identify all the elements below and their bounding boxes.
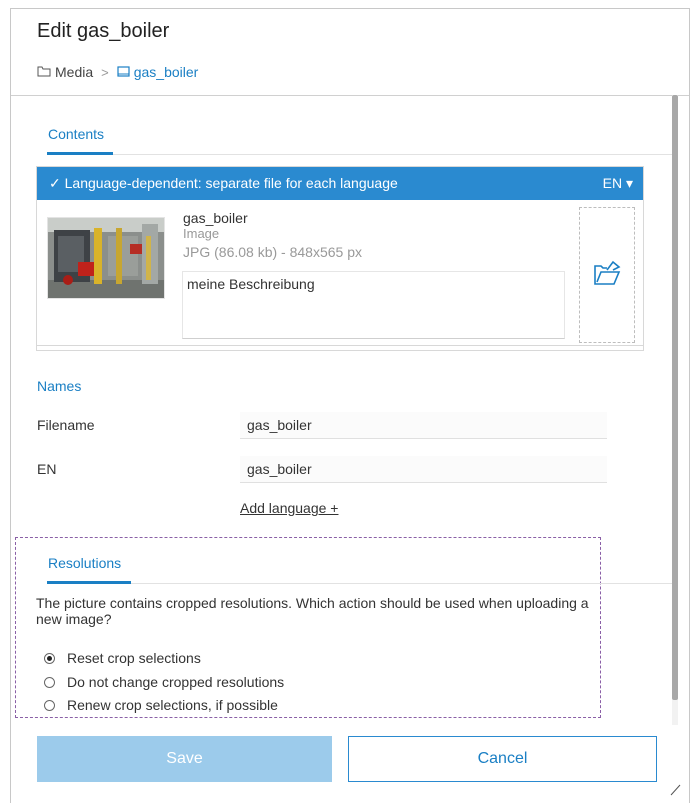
resize-grip-icon[interactable] bbox=[669, 782, 681, 801]
tab-contents[interactable]: Contents bbox=[48, 126, 104, 142]
cancel-button[interactable]: Cancel bbox=[348, 736, 657, 782]
breadcrumb-root[interactable]: Media bbox=[55, 64, 93, 80]
radio-button[interactable] bbox=[44, 652, 55, 664]
breadcrumb-current[interactable]: gas_boiler bbox=[134, 64, 199, 80]
upload-dropzone[interactable] bbox=[579, 207, 635, 343]
tab-contents-underline bbox=[47, 152, 113, 155]
panel-divider bbox=[37, 345, 643, 346]
save-button[interactable]: Save bbox=[37, 736, 332, 782]
radio-button[interactable] bbox=[44, 676, 55, 688]
filename-input[interactable] bbox=[240, 412, 607, 439]
en-name-input[interactable] bbox=[240, 456, 607, 483]
folder-icon bbox=[37, 64, 51, 80]
file-info: JPG (86.08 kb) - 848x565 px bbox=[183, 244, 362, 260]
radio-keep-crop[interactable]: Do not change cropped resolutions bbox=[44, 674, 284, 690]
image-file-icon bbox=[117, 64, 130, 80]
radio-label: Reset crop selections bbox=[67, 650, 201, 666]
radio-renew-crop[interactable]: Renew crop selections, if possible bbox=[44, 697, 278, 713]
file-name: gas_boiler bbox=[183, 210, 248, 226]
add-language-link[interactable]: Add language + bbox=[240, 500, 338, 516]
tab-divider bbox=[113, 154, 672, 155]
radio-label: Do not change cropped resolutions bbox=[67, 674, 285, 690]
page-title: Edit gas_boiler bbox=[37, 20, 170, 42]
resolutions-question: The picture contains cropped resolutions… bbox=[36, 595, 589, 627]
scrollbar-thumb[interactable] bbox=[672, 95, 678, 700]
resolutions-divider bbox=[131, 583, 672, 584]
language-dropdown[interactable]: EN ▾ bbox=[603, 175, 633, 192]
language-file-panel: ✓ Language-dependent: separate file for … bbox=[36, 166, 644, 351]
radio-label: Renew crop selections, if possible bbox=[67, 697, 278, 713]
file-type: Image bbox=[183, 226, 220, 241]
breadcrumb-separator: > bbox=[101, 64, 109, 80]
tab-resolutions[interactable]: Resolutions bbox=[48, 555, 121, 571]
names-heading: Names bbox=[37, 378, 82, 394]
description-field[interactable]: meine Beschreibung bbox=[182, 271, 565, 339]
tab-resolutions-underline bbox=[47, 581, 131, 584]
language-bar: ✓ Language-dependent: separate file for … bbox=[37, 167, 643, 200]
radio-reset-crop[interactable]: Reset crop selections bbox=[44, 650, 201, 666]
filename-label: Filename bbox=[37, 417, 95, 433]
language-dependent-label: ✓ Language-dependent: separate file for … bbox=[49, 175, 398, 191]
header-divider bbox=[11, 95, 689, 96]
folder-upload-icon[interactable] bbox=[593, 260, 621, 291]
radio-button[interactable] bbox=[44, 699, 55, 711]
image-thumbnail[interactable] bbox=[47, 217, 165, 299]
breadcrumb: Media > gas_boiler bbox=[37, 64, 198, 80]
en-name-label: EN bbox=[37, 461, 57, 477]
